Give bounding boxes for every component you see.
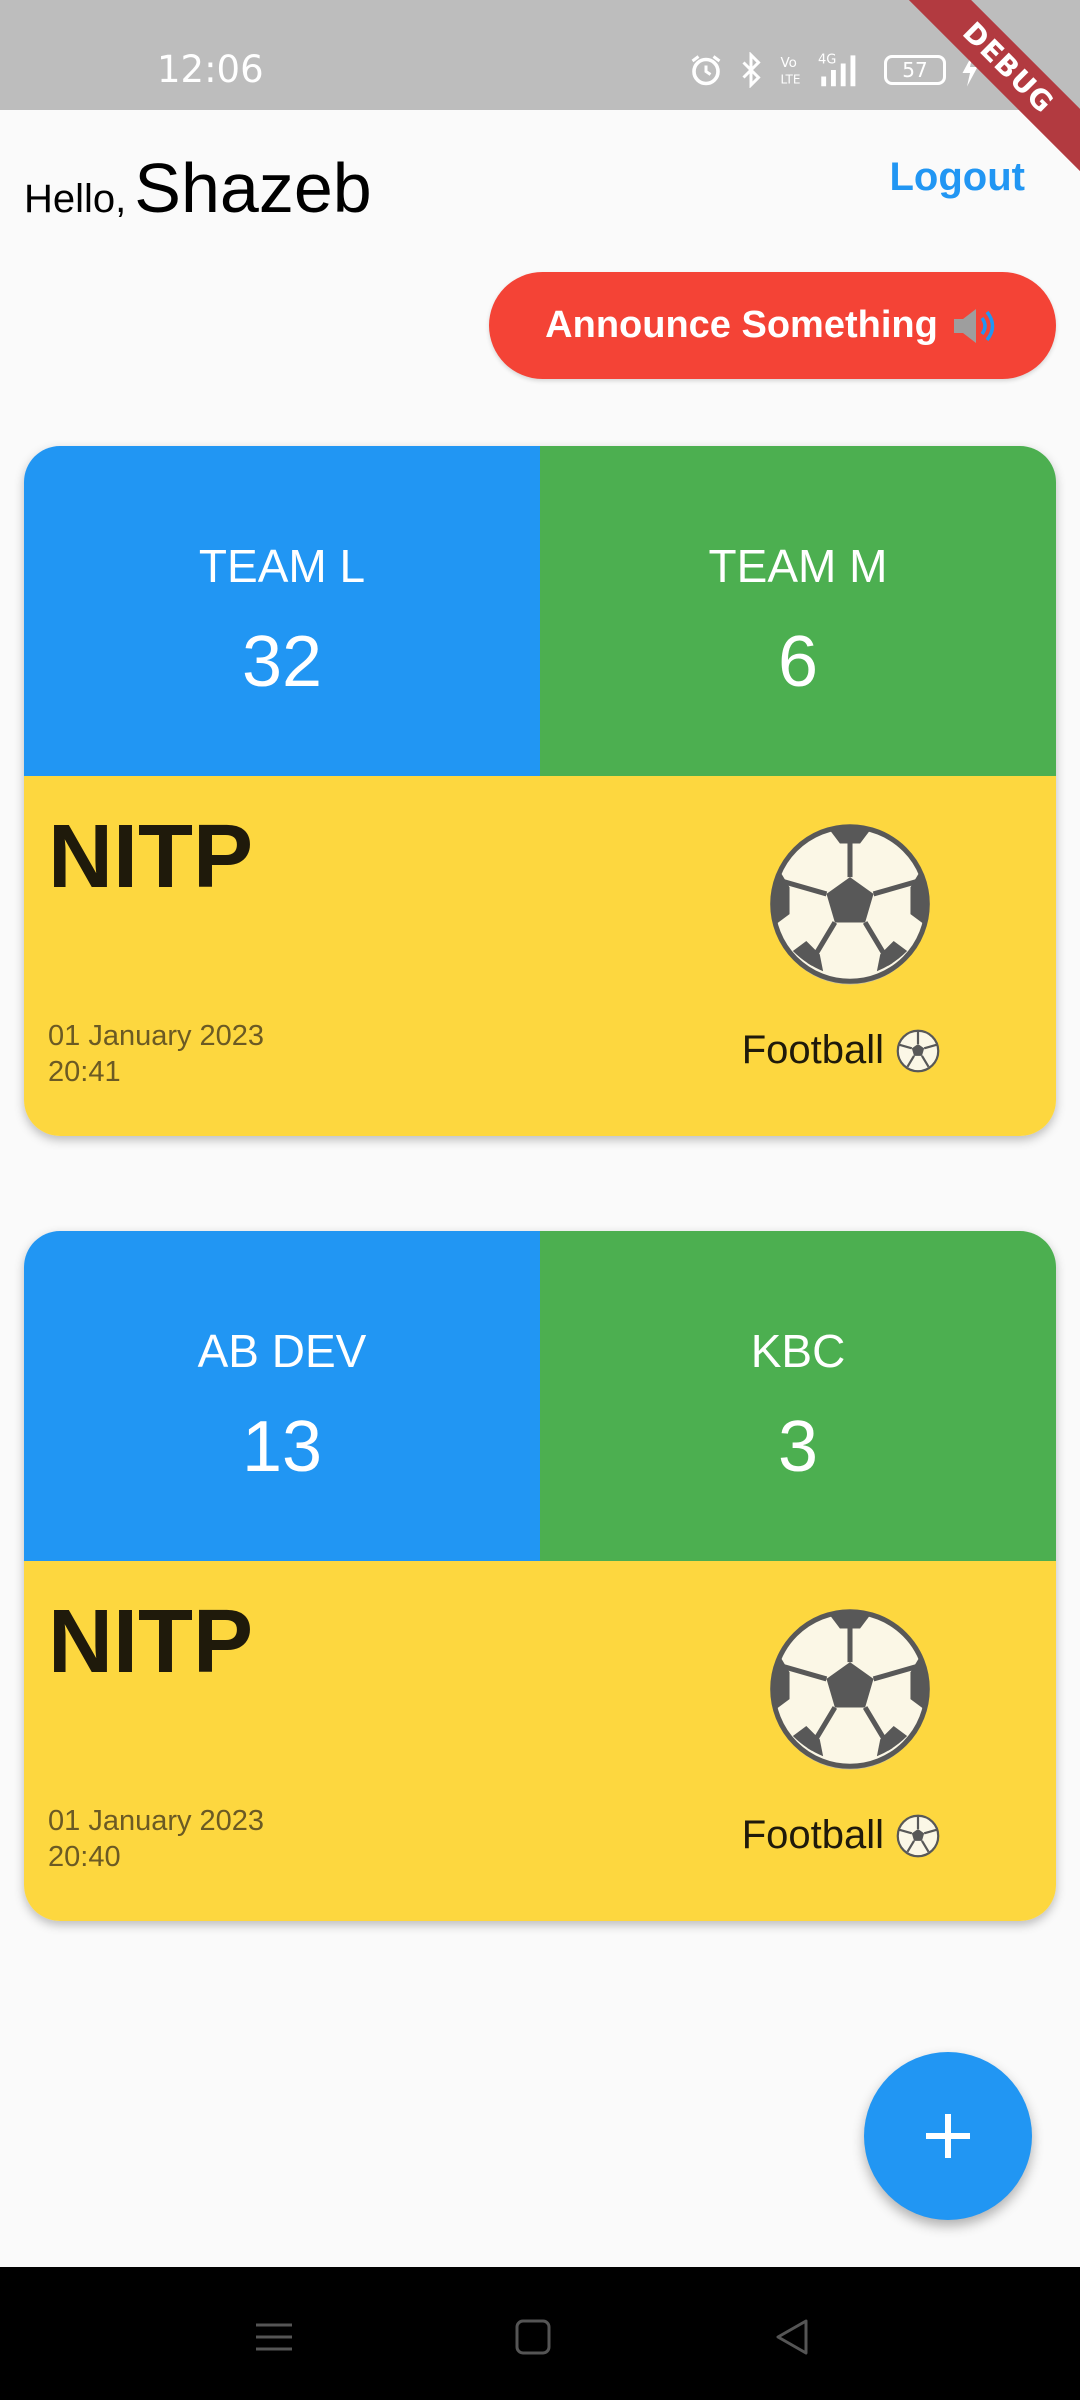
home-icon <box>515 2319 551 2355</box>
soccer-ball-icon <box>896 1029 940 1072</box>
sport-name: Football <box>741 1028 884 1072</box>
logout-button[interactable]: Logout <box>890 155 1026 200</box>
match-time: 20:41 <box>48 1056 121 1088</box>
greeting: Hello, Shazeb <box>24 148 372 228</box>
team-right-name: KBC <box>750 1325 846 1377</box>
volte-icon: Vo LTE <box>778 48 804 92</box>
match-card[interactable]: AB DEV 13 KBC 3 NITP 01 January 2023 20:… <box>24 1231 1056 1921</box>
home-button[interactable] <box>503 2307 563 2367</box>
match-date: 01 January 2023 <box>48 1020 265 1052</box>
announce-button[interactable]: Announce Something <box>489 272 1056 379</box>
user-name: Shazeb <box>134 149 372 227</box>
venue: NITP <box>48 1592 254 1692</box>
match-time: 20:40 <box>48 1841 121 1873</box>
match-date: 01 January 2023 <box>48 1805 265 1837</box>
score-row: AB DEV 13 KBC 3 <box>24 1231 1056 1561</box>
soccer-ball-icon <box>896 1814 940 1857</box>
team-left: TEAM L 32 <box>24 446 540 776</box>
back-button[interactable] <box>762 2307 822 2367</box>
sport-label: Football <box>742 1813 940 1858</box>
system-nav-bar <box>0 2267 1080 2400</box>
soccer-ball-icon <box>770 1609 930 1770</box>
team-left-score: 13 <box>241 1407 323 1487</box>
team-right-score: 6 <box>777 622 819 702</box>
team-right-name: TEAM M <box>708 540 888 592</box>
back-icon <box>776 2319 808 2355</box>
team-left-name: TEAM L <box>198 540 366 592</box>
sport-label: Football <box>742 1028 940 1073</box>
speaker-icon <box>950 304 1000 348</box>
match-info: NITP 01 January 2023 20:40 Football <box>24 1561 1056 1921</box>
header: Hello, Shazeb Logout <box>0 110 1080 260</box>
svg-text:4G: 4G <box>818 53 836 68</box>
announce-label: Announce Something <box>545 304 938 346</box>
team-left-score: 32 <box>241 622 323 702</box>
team-left: AB DEV 13 <box>24 1231 540 1561</box>
match-datetime: 01 January 2023 20:40 <box>48 1803 264 1875</box>
match-datetime: 01 January 2023 20:41 <box>48 1018 264 1090</box>
soccer-ball-icon <box>770 824 930 985</box>
signal-4g-icon: 4G <box>818 48 870 92</box>
team-left-name: AB DEV <box>197 1325 367 1377</box>
recents-button[interactable] <box>244 2307 304 2367</box>
add-match-button[interactable] <box>864 2052 1032 2220</box>
match-card[interactable]: TEAM L 32 TEAM M 6 NITP 01 January 2023 … <box>24 446 1056 1136</box>
venue: NITP <box>48 807 254 907</box>
status-time: 12:06 <box>157 48 264 91</box>
match-info: NITP 01 January 2023 20:41 Football <box>24 776 1056 1136</box>
battery-icon: 57 <box>884 55 946 85</box>
menu-icon <box>256 2323 292 2351</box>
status-icons: Vo LTE 4G 57 <box>688 48 980 92</box>
bluetooth-icon <box>738 48 764 92</box>
sport-name: Football <box>741 1813 884 1857</box>
alarm-icon <box>688 48 724 92</box>
svg-text:Vo: Vo <box>781 55 797 71</box>
charging-icon <box>960 48 980 92</box>
team-right-score: 3 <box>777 1407 819 1487</box>
greeting-hello: Hello, <box>24 177 127 221</box>
plus-icon <box>926 2114 970 2158</box>
score-row: TEAM L 32 TEAM M 6 <box>24 446 1056 776</box>
svg-text:LTE: LTE <box>781 73 801 87</box>
team-right: TEAM M 6 <box>540 446 1056 776</box>
team-right: KBC 3 <box>540 1231 1056 1561</box>
status-bar: 12:06 Vo LTE 4G 57 DEBUG <box>0 0 1080 176</box>
